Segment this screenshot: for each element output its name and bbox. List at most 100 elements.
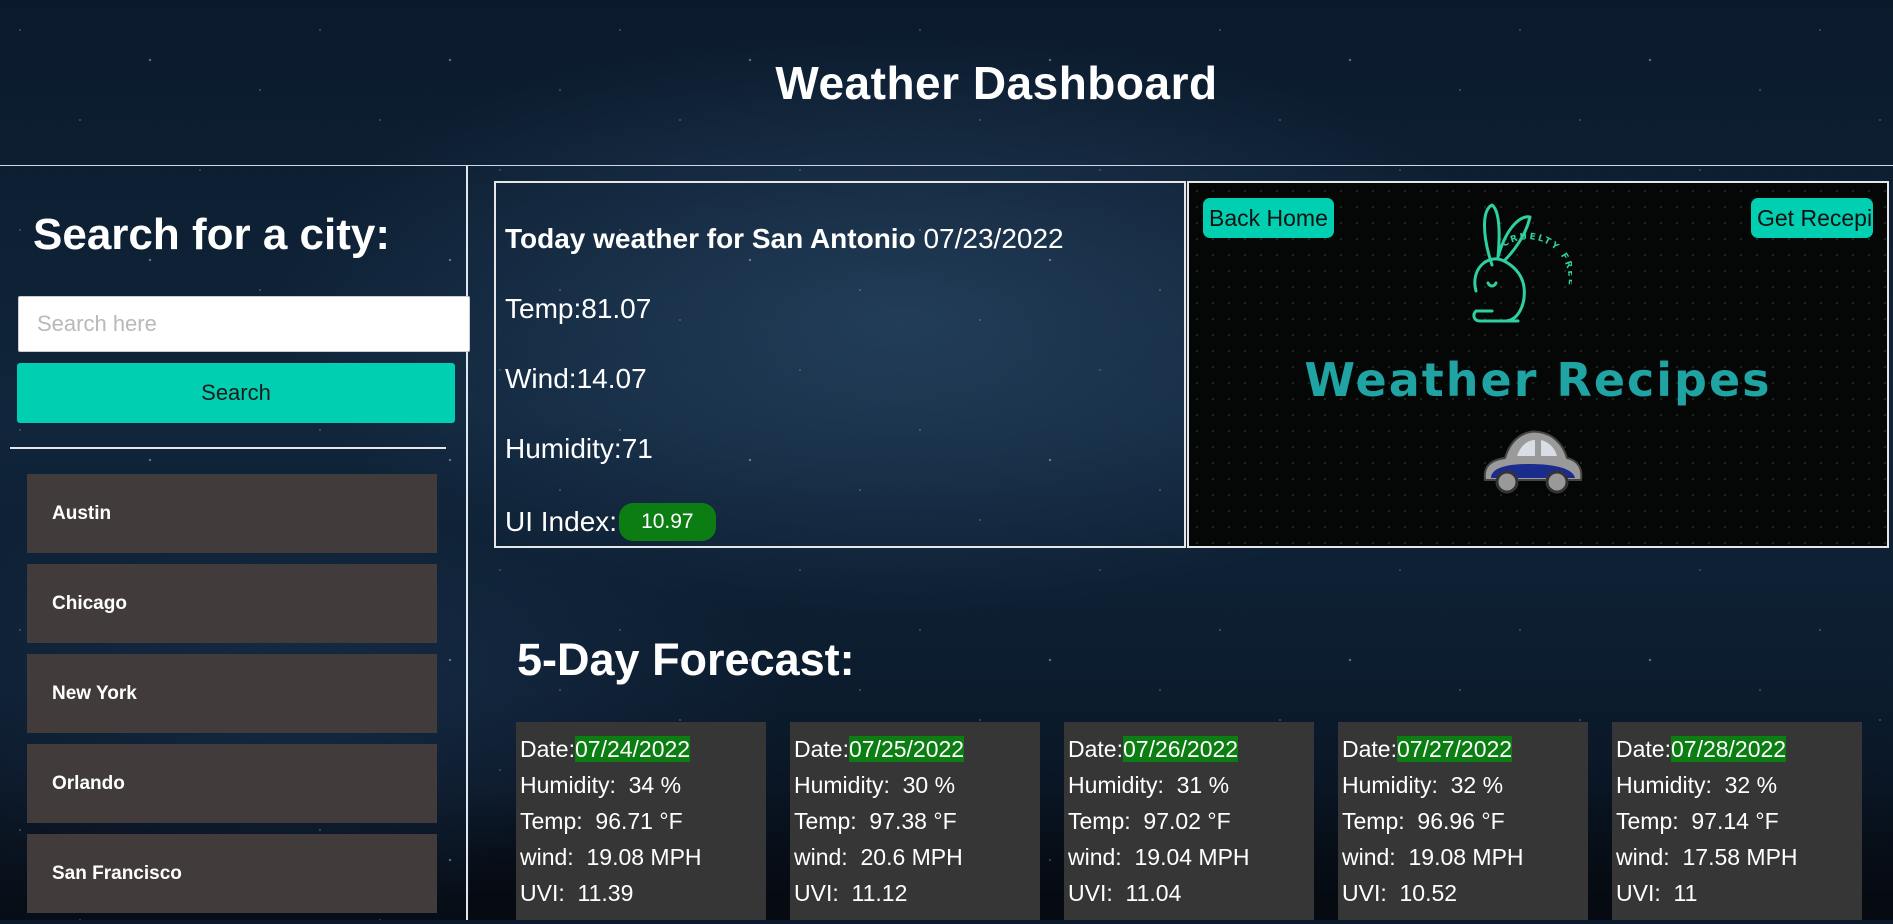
temp-value: 81.07 (581, 293, 652, 324)
forecast-uvi-row: UVI: 11.12 (794, 875, 1036, 911)
wind-label: wind: (1342, 844, 1396, 870)
forecast-wind: 19.08 MPH (1408, 844, 1524, 870)
forecast-humidity-row: Humidity: 31 % (1068, 767, 1310, 803)
temp-label: Temp: (505, 293, 582, 324)
forecast-wind-row: wind: 20.6 MPH (794, 839, 1036, 875)
uv-index-badge: 10.97 (619, 503, 716, 541)
forecast-card: Date:07/24/2022 Humidity: 34 % Temp: 96.… (516, 722, 766, 920)
city-history-list: Austin Chicago New York Orlando San Fran… (27, 474, 437, 924)
forecast-humidity: 30 % (902, 772, 956, 798)
forecast-uvi: 11.04 (1125, 880, 1182, 906)
humidity-label: Humidity: (1068, 772, 1164, 798)
search-heading: Search for a city: (33, 210, 391, 259)
date-label: Date: (794, 736, 849, 762)
uvi-label: UVI: (520, 880, 565, 906)
brand-title: Weather Recipes (1304, 353, 1772, 407)
cruelty-free-rabbit-logo: CRUELTY FREE (1472, 203, 1572, 323)
forecast-humidity-row: Humidity: 30 % (794, 767, 1036, 803)
forecast-temp: 96.71 °F (595, 808, 683, 834)
uvi-label: UVI: (1342, 880, 1387, 906)
city-button-san-francisco[interactable]: San Francisco (27, 834, 437, 913)
humidity-label: Humidity: (505, 433, 622, 464)
forecast-humidity-row: Humidity: 32 % (1616, 767, 1858, 803)
city-button-new-york[interactable]: New York (27, 654, 437, 733)
forecast-humidity: 34 % (628, 772, 682, 798)
forecast-wind-row: wind: 17.58 MPH (1616, 839, 1858, 875)
forecast-date: 07/28/2022 (1670, 736, 1787, 762)
forecast-wind: 20.6 MPH (860, 844, 963, 870)
forecast-date-row: Date:07/26/2022 (1068, 731, 1310, 767)
forecast-humidity-row: Humidity: 34 % (520, 767, 762, 803)
forecast-title: 5-Day Forecast: (517, 634, 855, 685)
current-humidity: Humidity:71 (505, 433, 653, 465)
page-header: Weather Dashboard (0, 0, 1893, 166)
forecast-date: 07/26/2022 (1122, 736, 1239, 762)
forecast-temp-row: Temp: 96.71 °F (520, 803, 762, 839)
humidity-label: Humidity: (1342, 772, 1438, 798)
wind-label: wind: (1068, 844, 1122, 870)
forecast-humidity-row: Humidity: 32 % (1342, 767, 1584, 803)
forecast-temp-row: Temp: 97.38 °F (794, 803, 1036, 839)
forecast-humidity: 31 % (1176, 772, 1230, 798)
temp-label: Temp: (794, 808, 857, 834)
forecast-card: Date:07/26/2022 Humidity: 31 % Temp: 97.… (1064, 722, 1314, 920)
city-button-austin[interactable]: Austin (27, 474, 437, 553)
forecast-uvi: 11.39 (577, 880, 634, 906)
forecast-date-row: Date:07/25/2022 (794, 731, 1036, 767)
humidity-label: Humidity: (520, 772, 616, 798)
date-label: Date: (1616, 736, 1671, 762)
forecast-date-row: Date:07/28/2022 (1616, 731, 1858, 767)
wind-label: wind: (794, 844, 848, 870)
forecast-wind: 19.08 MPH (586, 844, 702, 870)
temp-label: Temp: (520, 808, 583, 834)
humidity-label: Humidity: (1616, 772, 1712, 798)
forecast-humidity: 32 % (1724, 772, 1778, 798)
current-temp: Temp:81.07 (505, 293, 651, 325)
current-weather-panel: Today weather for San Antonio 07/23/2022… (494, 181, 1186, 548)
get-recipe-button[interactable]: Get Recepi (1751, 198, 1873, 238)
forecast-uvi-row: UVI: 11.39 (520, 875, 762, 911)
back-home-button[interactable]: Back Home (1203, 198, 1334, 238)
uvi-label: UVI: (1068, 880, 1113, 906)
current-weather-heading: Today weather for San Antonio 07/23/2022 (505, 223, 1064, 255)
date-label: Date: (1068, 736, 1123, 762)
current-date: 07/23/2022 (923, 223, 1064, 254)
current-wind: Wind:14.07 (505, 363, 647, 395)
forecast-temp: 97.02 °F (1143, 808, 1231, 834)
forecast-date: 07/24/2022 (574, 736, 691, 762)
forecast-wind-row: wind: 19.04 MPH (1068, 839, 1310, 875)
uv-label: UI Index: (505, 506, 618, 537)
wind-label: wind: (1616, 844, 1670, 870)
uvi-label: UVI: (1616, 880, 1661, 906)
current-city-heading: Today weather for San Antonio (505, 223, 916, 254)
forecast-date-row: Date:07/24/2022 (520, 731, 762, 767)
svg-text:CRUELTY FREE: CRUELTY FREE (1500, 232, 1572, 287)
forecast-temp: 96.96 °F (1417, 808, 1505, 834)
city-button-orlando[interactable]: Orlando (27, 744, 437, 823)
forecast-uvi-row: UVI: 10.52 (1342, 875, 1584, 911)
forecast-temp: 97.38 °F (869, 808, 957, 834)
forecast-wind-row: wind: 19.08 MPH (1342, 839, 1584, 875)
wind-value: 14.07 (576, 363, 647, 394)
forecast-uvi: 10.52 (1399, 880, 1458, 906)
wind-label: Wind: (505, 363, 577, 394)
search-button[interactable]: Search (17, 363, 455, 423)
uvi-label: UVI: (794, 880, 839, 906)
city-button-chicago[interactable]: Chicago (27, 564, 437, 643)
weather-recipes-panel: Back Home Get Recepi CRUELTY FREE Weathe… (1187, 181, 1889, 548)
forecast-temp-row: Temp: 97.02 °F (1068, 803, 1310, 839)
current-uv-index: UI Index: 10.97 (505, 503, 716, 541)
forecast-humidity: 32 % (1450, 772, 1504, 798)
humidity-value: 71 (621, 433, 653, 464)
forecast-temp-row: Temp: 96.96 °F (1342, 803, 1584, 839)
car-icon (1483, 430, 1583, 494)
temp-label: Temp: (1616, 808, 1679, 834)
logo-badge-text: CRUELTY FREE (1500, 232, 1572, 287)
forecast-date: 07/27/2022 (1396, 736, 1513, 762)
date-label: Date: (1342, 736, 1397, 762)
sidebar-divider (10, 447, 446, 449)
forecast-wind: 17.58 MPH (1682, 844, 1798, 870)
forecast-date-row: Date:07/27/2022 (1342, 731, 1584, 767)
search-input[interactable] (18, 296, 470, 352)
wind-label: wind: (520, 844, 574, 870)
